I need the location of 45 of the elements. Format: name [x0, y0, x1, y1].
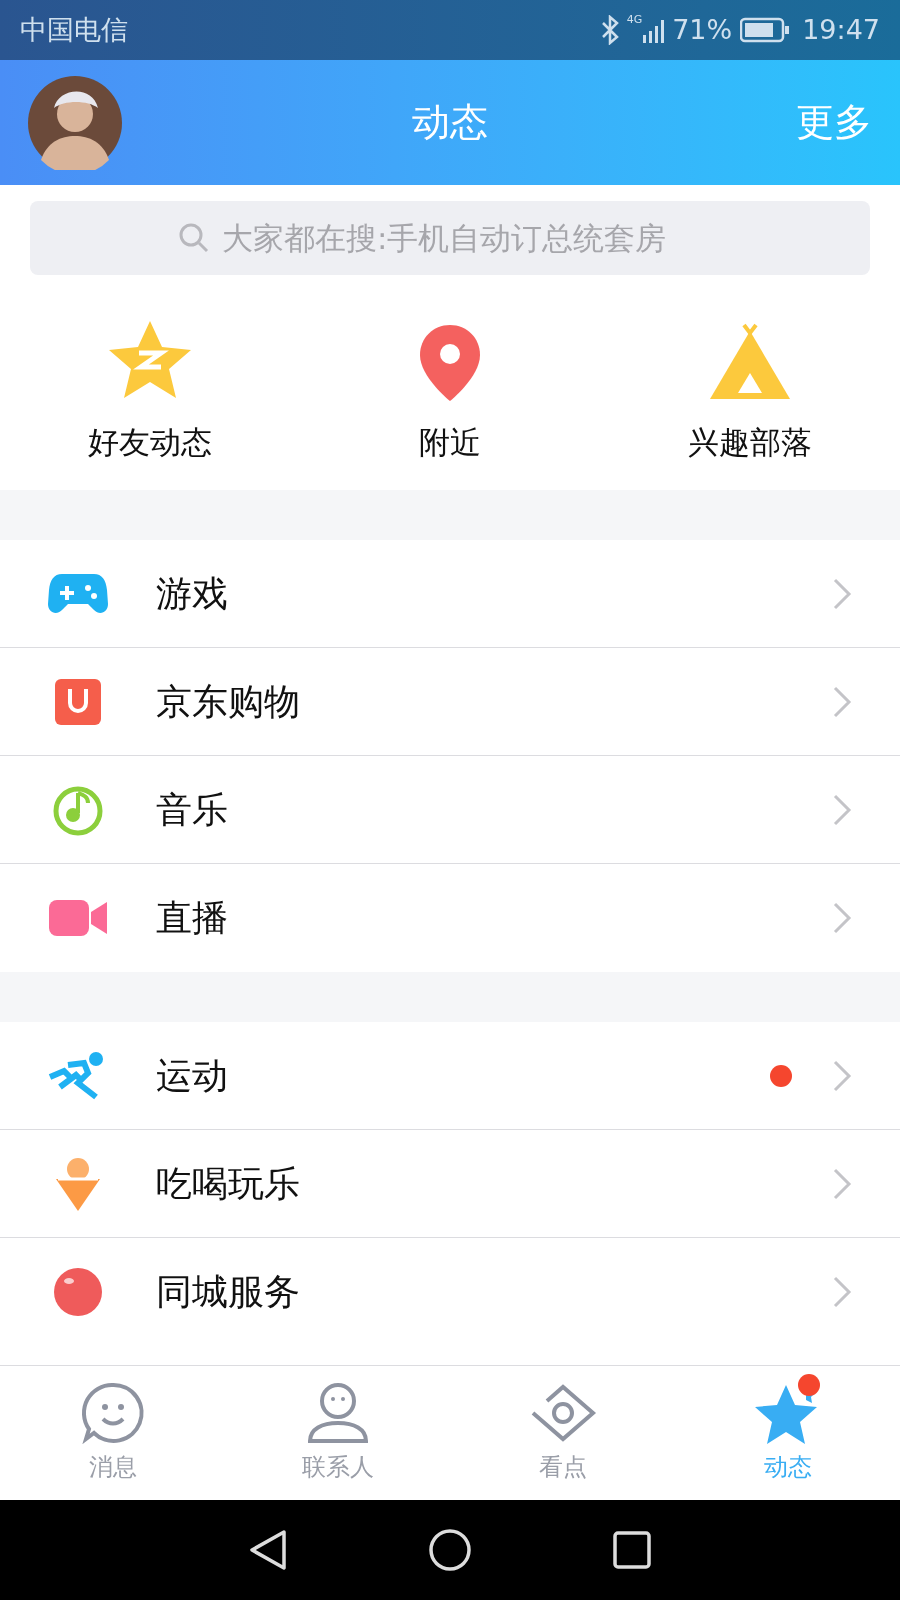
- menu-row[interactable]: 京东购物: [0, 648, 900, 756]
- search-field[interactable]: 大家都在搜:手机自动订总统套房: [30, 201, 870, 275]
- menu-label: 吃喝玩乐: [156, 1161, 301, 1206]
- gamepad-icon: [48, 571, 108, 616]
- shopping-bag-icon: [55, 678, 101, 725]
- menu-row[interactable]: 吃喝玩乐: [0, 1130, 900, 1238]
- menu-label: 音乐: [156, 787, 229, 832]
- video-camera-icon: [49, 898, 107, 938]
- chevron-right-icon: [832, 576, 852, 611]
- search-icon: [178, 222, 210, 254]
- back-icon[interactable]: [248, 1528, 288, 1572]
- person-icon: [305, 1381, 370, 1445]
- chevron-right-icon: [832, 901, 852, 935]
- ball-icon: [53, 1267, 103, 1317]
- carrier-name: 中国电信: [20, 12, 128, 47]
- chevron-right-icon: [832, 1166, 852, 1201]
- menu-row[interactable]: 游戏: [0, 540, 900, 648]
- clock: 19:47: [802, 12, 880, 47]
- avatar[interactable]: [28, 75, 122, 170]
- menu-label: 同城服务: [156, 1270, 301, 1314]
- menu-row[interactable]: 同城服务: [0, 1238, 900, 1346]
- battery-icon: [740, 17, 791, 43]
- smiley-chat-icon: [80, 1381, 145, 1445]
- quick-link[interactable]: 兴趣部落: [600, 295, 900, 490]
- search-input[interactable]: 大家都在搜:手机自动订总统套房: [222, 214, 722, 262]
- network-type: 4G: [626, 12, 643, 28]
- chevron-right-icon: [832, 1058, 852, 1093]
- menu-row[interactable]: 音乐: [0, 756, 900, 864]
- chevron-right-icon: [832, 792, 852, 827]
- menu-row[interactable]: 运动: [0, 1022, 900, 1130]
- recents-icon[interactable]: [612, 1530, 652, 1570]
- home-icon[interactable]: [428, 1528, 472, 1572]
- chevron-right-icon: [832, 684, 852, 719]
- quick-link[interactable]: 附近: [300, 295, 600, 490]
- menu-label: 运动: [156, 1053, 229, 1098]
- bluetooth-icon: [600, 15, 619, 45]
- chevron-right-icon: [832, 1275, 852, 1309]
- menu-label: 京东购物: [156, 679, 301, 724]
- menu-label: 直播: [156, 896, 229, 940]
- location-pin-icon: [417, 323, 483, 404]
- battery-percent: 71%: [672, 12, 733, 47]
- quick-link[interactable]: 好友动态: [0, 295, 300, 490]
- menu-row[interactable]: 直播: [0, 864, 900, 972]
- page-title: 动态: [412, 99, 488, 146]
- menu-label: 游戏: [156, 571, 229, 616]
